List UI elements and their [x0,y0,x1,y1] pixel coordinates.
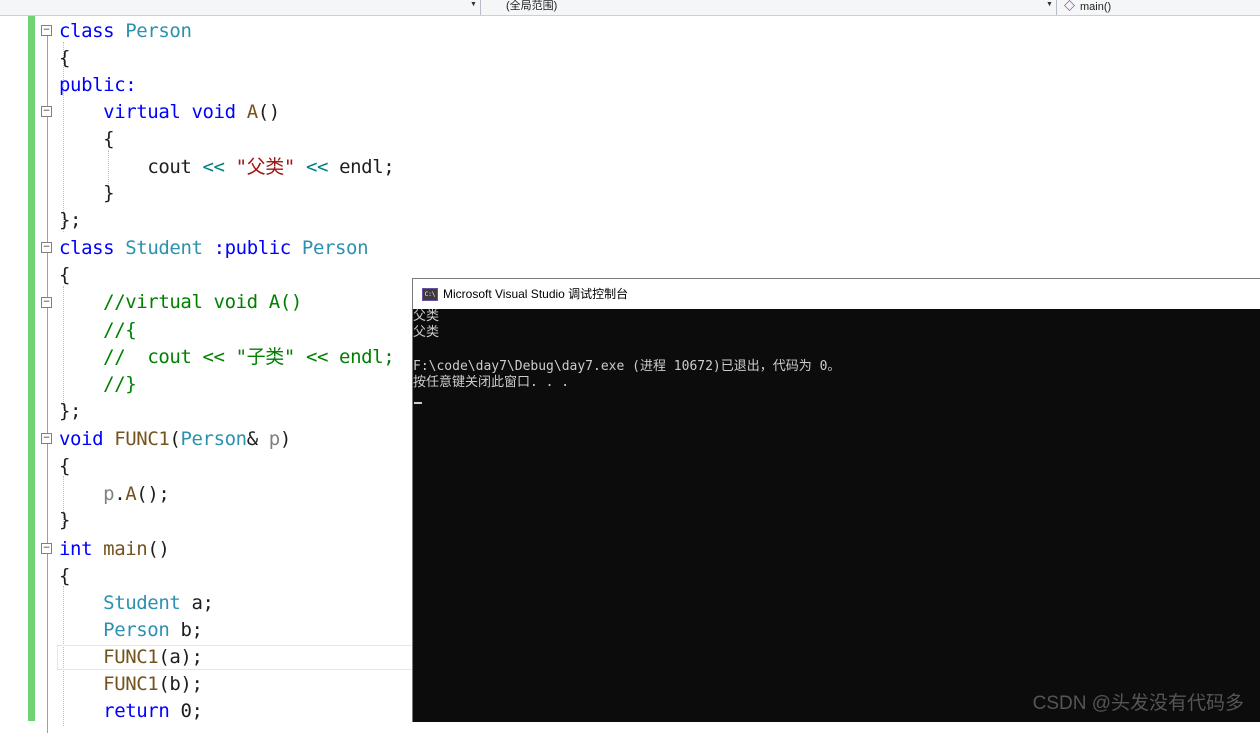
console-app-icon: C:\ [422,288,438,301]
console-title: Microsoft Visual Studio 调试控制台 [443,287,629,301]
nav-separator [480,0,481,15]
member-label: main() [1080,1,1112,13]
code-line-9[interactable]: class Student :public Person [59,235,369,262]
navigation-bar: ▼ (全局范围) ▼ main() [0,0,1260,16]
code-line-16[interactable]: void FUNC1(Person& p) [59,426,291,453]
scope-dropdown[interactable]: (全局范围) [506,0,1046,15]
code-line-25[interactable]: FUNC1(b); [59,671,203,698]
code-line-23[interactable]: Person b; [59,617,203,644]
code-line-17[interactable]: { [59,453,70,480]
code-line-15[interactable]: }; [59,398,81,425]
console-output-line: F:\code\day7\Debug\day7.exe (进程 10672)已退… [413,359,841,374]
method-icon [1064,0,1075,11]
console-output-line: 按任意键关闭此窗口. . . [413,375,570,390]
debug-console-window[interactable]: C:\ Microsoft Visual Studio 调试控制台 父类 父类 … [412,278,1260,722]
collapse-icon[interactable]: − [41,25,52,36]
code-line-20[interactable]: int main() [59,536,170,563]
nav-separator [1056,0,1057,15]
collapse-icon[interactable]: − [41,433,52,444]
code-line-12[interactable]: //{ [59,317,137,344]
code-line-1[interactable]: class Person [59,18,192,45]
change-tracking-bar [28,16,35,721]
project-dropdown-arrow-icon[interactable]: ▼ [470,1,477,8]
console-title-bar[interactable]: C:\ Microsoft Visual Studio 调试控制台 [413,279,1260,309]
collapse-icon[interactable]: − [41,543,52,554]
watermark: CSDN @头发没有代码多 [1032,693,1244,714]
console-cursor [414,402,422,404]
code-line-5[interactable]: { [59,126,114,153]
code-line-8[interactable]: }; [59,207,81,234]
code-line-6[interactable]: cout << "父类" << endl; [59,154,394,181]
code-line-11[interactable]: //virtual void A() [59,289,302,316]
code-line-10[interactable]: { [59,262,70,289]
outline-rail [47,28,48,733]
code-line-18[interactable]: p.A(); [59,481,170,508]
code-line-21[interactable]: { [59,563,70,590]
code-line-2[interactable]: { [59,45,70,72]
scope-dropdown-arrow-icon[interactable]: ▼ [1046,1,1053,8]
code-line-7[interactable]: } [59,180,114,207]
code-line-14[interactable]: //} [59,371,137,398]
code-line-4[interactable]: virtual void A() [59,99,280,126]
console-output-line: 父类 [413,309,440,324]
code-line-22[interactable]: Student a; [59,590,214,617]
collapse-icon[interactable]: − [41,297,52,308]
collapse-icon[interactable]: − [41,106,52,117]
code-line-19[interactable]: } [59,507,70,534]
collapse-icon[interactable]: − [41,242,52,253]
scope-label: (全局范围) [506,0,558,12]
code-line-3[interactable]: public: [59,72,137,99]
member-dropdown[interactable]: main() [1064,0,1254,15]
console-output-line: 父类 [413,325,440,340]
code-line-24[interactable]: FUNC1(a); [59,644,203,671]
code-line-13[interactable]: // cout << "子类" << endl; [59,344,395,371]
